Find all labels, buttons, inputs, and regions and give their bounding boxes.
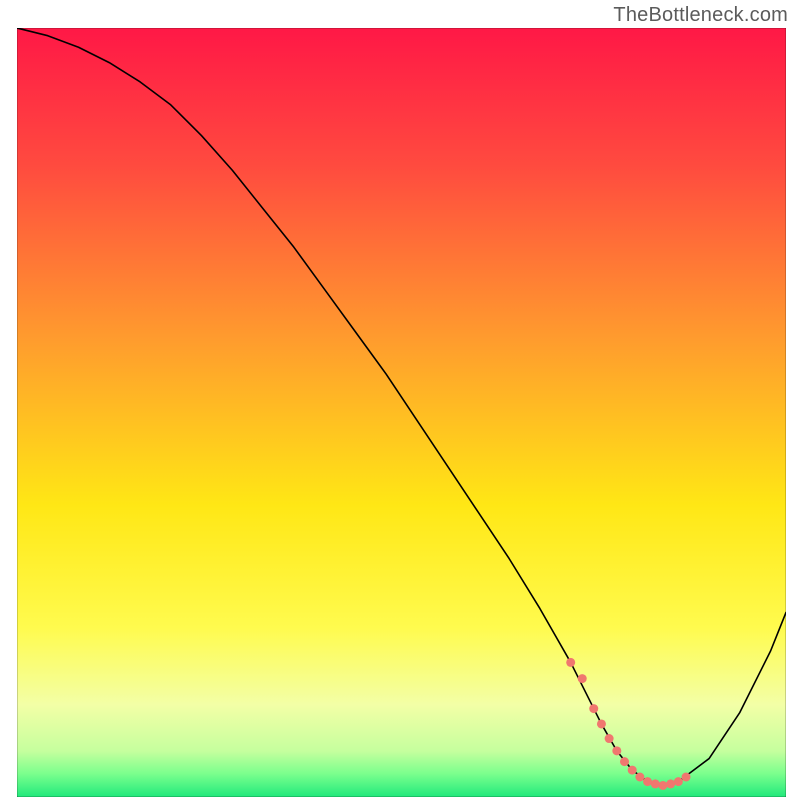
optimal-marker: [578, 674, 587, 683]
optimal-marker: [682, 773, 691, 782]
optimal-marker: [566, 658, 575, 667]
optimal-marker: [597, 719, 606, 728]
optimal-marker: [651, 779, 660, 788]
optimal-marker: [635, 773, 644, 782]
watermark-text: TheBottleneck.com: [613, 4, 788, 27]
optimal-marker: [589, 704, 598, 713]
optimal-marker: [658, 781, 667, 790]
optimal-marker: [612, 746, 621, 755]
optimal-marker: [666, 779, 675, 788]
optimal-marker: [620, 757, 629, 766]
optimal-marker: [643, 777, 652, 786]
chart-container: TheBottleneck.com: [0, 0, 800, 800]
plot-background: [17, 28, 786, 797]
optimal-marker: [605, 734, 614, 743]
bottleneck-chart: [17, 28, 786, 797]
optimal-marker: [628, 766, 637, 775]
optimal-marker: [674, 777, 683, 786]
